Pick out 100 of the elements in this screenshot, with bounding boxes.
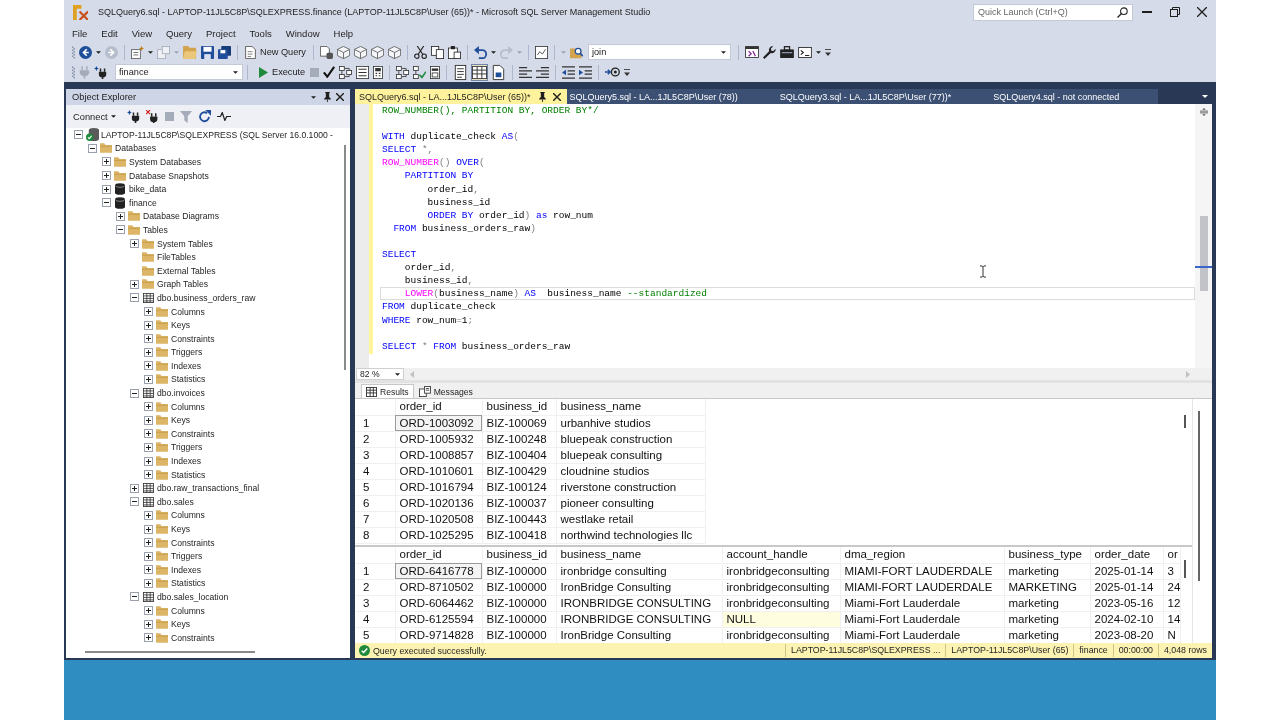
scrollbar-thumb[interactable] — [1198, 411, 1200, 581]
tree-item[interactable]: Triggers — [171, 347, 203, 358]
expander-icon[interactable] — [144, 415, 153, 425]
chart-window-icon[interactable] — [534, 45, 548, 59]
tree-item[interactable]: Databases — [115, 143, 157, 154]
document-tab[interactable]: SQLQuery6.sql - LA...1JL5C8P\User (65))* — [355, 89, 567, 104]
menu-item[interactable]: View — [124, 27, 160, 39]
expander-icon[interactable] — [130, 388, 139, 398]
tree-item[interactable]: Keys — [171, 524, 191, 534]
expander-icon[interactable] — [88, 143, 97, 153]
tree-item[interactable]: Indexes — [171, 360, 202, 371]
back-arrow-icon[interactable] — [79, 45, 92, 59]
column-header[interactable]: business_id — [482, 399, 556, 415]
tree-item[interactable]: LAPTOP-11JL5C8P\SQLEXPRESS (SQL Server 16.0.1000 - — [101, 129, 333, 140]
close-icon[interactable] — [336, 93, 344, 101]
expander-icon[interactable] — [144, 347, 153, 357]
tree-item[interactable]: Indexes — [171, 456, 202, 467]
database-query-icon[interactable] — [319, 45, 333, 59]
connect-icon[interactable] — [94, 65, 107, 79]
expander-icon[interactable] — [130, 497, 139, 507]
tree-item[interactable]: Triggers — [171, 442, 203, 453]
tree-item[interactable]: Keys — [171, 415, 191, 426]
cube-icon[interactable] — [336, 45, 350, 59]
scrollbar-thumb[interactable] — [85, 650, 255, 653]
tree-item[interactable]: Columns — [171, 306, 205, 317]
expander-icon[interactable] — [102, 171, 111, 181]
expander-icon[interactable] — [130, 592, 139, 602]
tree-item[interactable]: Statistics — [171, 578, 206, 589]
document-tab[interactable]: SQLQuery4.sql - not connected — [990, 89, 1159, 104]
undo-icon[interactable] — [473, 45, 487, 59]
refresh-icon[interactable] — [197, 110, 211, 123]
document-icon[interactable] — [430, 65, 441, 79]
search-icon[interactable] — [1117, 6, 1128, 18]
expander-icon[interactable] — [116, 211, 125, 221]
column-header[interactable]: business_name — [556, 547, 722, 563]
paste-icon[interactable] — [447, 45, 461, 59]
scrollbar-thumb[interactable] — [344, 145, 346, 370]
expander-icon[interactable] — [130, 239, 139, 249]
expander-icon[interactable] — [144, 470, 153, 480]
document-tab[interactable]: SQLQuery5.sql - LA...1JL5C8P\User (78)) — [566, 89, 777, 104]
uncomment-lines-icon[interactable] — [536, 65, 550, 79]
caret-icon[interactable] — [110, 115, 116, 118]
expander-icon[interactable] — [130, 293, 139, 303]
expander-icon[interactable] — [144, 578, 153, 588]
column-header[interactable]: dma_region — [840, 547, 1004, 563]
close-icon[interactable] — [1197, 7, 1207, 17]
outdent-icon[interactable] — [562, 65, 576, 79]
save-all-icon[interactable] — [218, 45, 231, 59]
toolbox-icon[interactable] — [779, 46, 794, 58]
tree-item[interactable]: dbo.sales_location — [157, 592, 229, 602]
expander-icon[interactable] — [144, 442, 153, 452]
tree-item[interactable]: External Tables — [157, 265, 216, 276]
menu-item[interactable]: File — [65, 27, 95, 39]
tree-item[interactable]: bike_data — [129, 184, 167, 195]
results-tab[interactable]: Results — [361, 384, 414, 398]
menu-item[interactable]: Query — [159, 27, 199, 39]
tree-item[interactable]: Constraints — [171, 333, 215, 344]
plug-icon[interactable] — [126, 110, 140, 123]
expander-icon[interactable] — [144, 456, 153, 466]
execute-button[interactable]: Execute — [256, 63, 309, 81]
cube-icon[interactable] — [387, 45, 401, 59]
messages-icon[interactable] — [418, 386, 431, 397]
menu-item[interactable]: Edit — [94, 27, 125, 39]
zoom-dropdown[interactable]: 82 % — [356, 368, 404, 380]
search-dropdown[interactable]: join — [587, 44, 731, 60]
menu-item[interactable]: Window — [278, 27, 327, 39]
expander-icon[interactable] — [144, 334, 153, 344]
cube-icon[interactable] — [353, 45, 367, 59]
close-icon[interactable] — [552, 92, 561, 101]
tree-item[interactable]: System Databases — [129, 157, 202, 167]
expander-icon[interactable] — [130, 483, 139, 493]
splitter-icon[interactable] — [1199, 108, 1208, 116]
caret-icon[interactable] — [490, 50, 496, 54]
tree-item[interactable]: dbo.invoices — [157, 388, 205, 399]
expander-icon[interactable] — [144, 320, 153, 330]
tree-item[interactable]: dbo.business_orders_raw — [157, 292, 256, 303]
new-query-button[interactable]: New Query — [242, 43, 309, 61]
caret-icon[interactable] — [815, 50, 821, 54]
form-icon[interactable] — [356, 65, 370, 79]
scrollbar-thumb[interactable] — [1184, 560, 1186, 578]
database-dropdown[interactable]: finance — [115, 64, 243, 80]
terminal-icon[interactable] — [797, 46, 812, 58]
play-icon[interactable] — [259, 66, 268, 78]
expander-icon[interactable] — [144, 402, 153, 412]
check-icon[interactable] — [323, 66, 336, 78]
find-in-files-icon[interactable] — [569, 45, 583, 59]
expander-icon[interactable] — [144, 633, 153, 643]
tree-item[interactable]: finance — [129, 197, 157, 208]
tree-item[interactable]: dbo.sales — [157, 496, 194, 507]
tree-item[interactable]: Statistics — [171, 374, 206, 385]
expander-icon[interactable] — [144, 524, 153, 534]
tree-item[interactable]: Constraints — [171, 537, 215, 548]
diagram-icon[interactable] — [339, 65, 353, 79]
tree-item[interactable]: Keys — [171, 320, 191, 331]
code-window-icon[interactable] — [744, 46, 759, 58]
caret-icon[interactable] — [1202, 95, 1208, 98]
expander-icon[interactable] — [102, 157, 111, 167]
save-icon[interactable] — [201, 45, 214, 59]
expander-icon[interactable] — [144, 619, 153, 629]
expander-icon[interactable] — [144, 429, 153, 439]
